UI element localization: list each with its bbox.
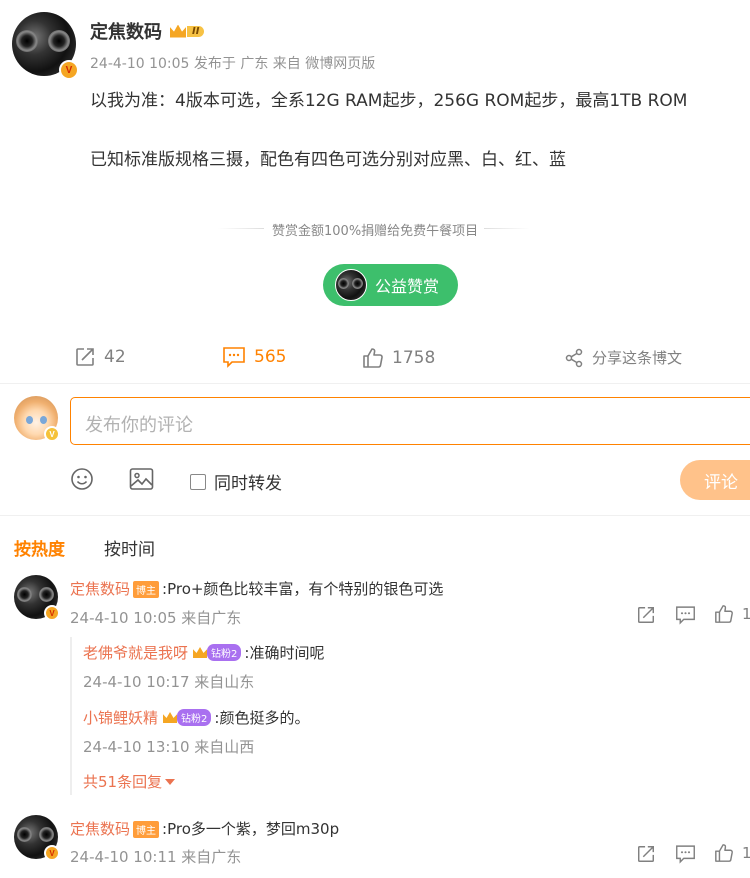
caret-down-icon [165,778,176,785]
more-replies-label: 共51条回复 [83,773,163,791]
post-text-line-2: 已知标准版规格三摄，配色有四色可选分别对应黑、白、红、蓝 [90,150,566,170]
user-verified-icon: V [44,426,60,442]
comment-action[interactable]: 565 [222,346,286,368]
comment-body: 定焦数码 博主:Pro+颜色比较丰富，有个特别的银色可选 [70,578,443,599]
repost-action[interactable]: 42 [74,346,126,368]
comment-meta: 24-4-10 10:11 来自广东 [70,848,242,866]
fan-badge: 钻粉2 [207,644,242,661]
comment-repost-icon[interactable] [636,605,656,625]
comment-like-count: 1 [742,844,750,862]
donate-button[interactable]: 公益赞赏 [323,264,458,306]
reply-meta: 24-4-10 10:17 来自山东 [83,673,255,691]
comment-reply-icon[interactable] [675,605,696,625]
share-label: 分享这条博文 [592,349,683,367]
reply-author[interactable]: 小锦鲤妖精 [83,707,158,728]
fan-crown-icon [193,647,208,658]
post-author-name[interactable]: 定焦数码 [90,18,162,44]
donation-note: 赞赏金额100%捐赠给免费午餐项目 [272,224,479,239]
comment-reply-icon[interactable] [675,844,696,864]
fan-crown-icon [163,712,178,723]
post-meta: 24-4-10 10:05 发布于 广东 来自 微博网页版 [90,56,376,72]
comment-author[interactable]: 定焦数码 [70,820,130,838]
comment-like-count: 1 [742,605,750,623]
comment-count: 565 [254,347,287,367]
vip-crown-icon: II [170,24,205,38]
reply-text: :准确时间呢 [244,644,325,662]
sort-by-hot-tab[interactable]: 按热度 [14,535,65,560]
reply-body: 小锦鲤妖精 钻粉2 :颜色挺多的。 [83,707,309,728]
section-divider [0,383,750,384]
fan-badge: 钻粉2 [177,709,212,726]
comment-like-action[interactable]: 1 [714,843,750,863]
reply-author[interactable]: 老佛爷就是我呀 [83,642,188,663]
blogger-badge: 博主 [133,821,160,838]
comment-input-placeholder: 发布你的评论 [85,415,193,436]
comment-icon [223,347,245,368]
verified-badge-icon: V [59,60,79,80]
comment-body: 定焦数码 博主:Pro多一个紫，梦回m30p [70,818,339,839]
repost-checkbox-label: 同时转发 [214,474,282,494]
comment-like-icon [715,605,733,623]
like-icon [363,348,383,368]
comment-meta: 24-4-10 10:05 来自广东 [70,609,242,627]
comment-verified-icon: V [44,845,60,861]
image-icon[interactable] [129,467,154,491]
reply-body: 老佛爷就是我呀 钻粉2 :准确时间呢 [83,642,324,663]
like-count: 1758 [392,348,436,368]
reply-text: :颜色挺多的。 [214,709,310,727]
submit-comment-button[interactable]: 评论 [680,460,750,500]
repost-checkbox[interactable] [190,473,206,490]
submit-comment-label: 评论 [704,472,738,493]
sort-by-time-tab[interactable]: 按时间 [104,535,155,560]
comment-text: :Pro+颜色比较丰富，有个特别的银色可选 [162,580,444,598]
emoji-icon[interactable] [70,467,94,491]
comment-author[interactable]: 定焦数码 [70,580,130,598]
comment-input[interactable]: 发布你的评论 [70,397,750,445]
reply-thread [70,637,72,795]
reply-meta: 24-4-10 13:10 来自山西 [83,738,255,756]
comment-like-icon [715,844,733,862]
comment-text: :Pro多一个紫，梦回m30p [162,820,340,838]
more-replies-link[interactable]: 共51条回复 [83,771,176,792]
repost-count: 42 [104,347,126,367]
comment-repost-icon[interactable] [636,844,656,864]
share-icon [565,348,583,367]
composer-divider [0,515,750,516]
blogger-badge: 博主 [133,581,160,598]
repost-icon [76,348,94,366]
share-action[interactable]: 分享这条博文 [564,347,682,368]
like-action[interactable]: 1758 [362,347,435,369]
comment-like-action[interactable]: 1 [714,604,750,624]
donate-avatar-icon [335,269,367,301]
post-text-line-1: 以我为准：4版本可选，全系12G RAM起步，256G ROM起步，最高1TB … [90,91,688,111]
comment-verified-icon: V [44,605,60,621]
donate-button-label: 公益赞赏 [375,277,440,296]
